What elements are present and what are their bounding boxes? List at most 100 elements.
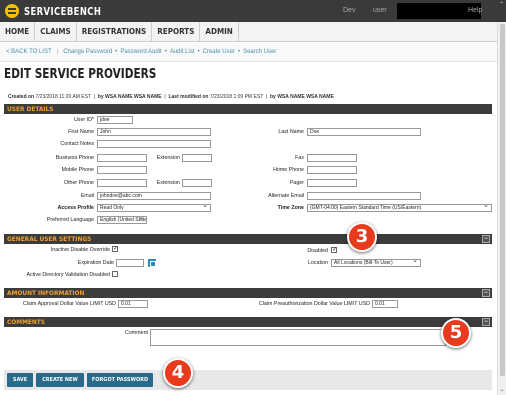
nav-claims[interactable]: CLAIMS <box>35 22 77 41</box>
nav-admin[interactable]: ADMIN <box>200 22 239 41</box>
create-new-button[interactable]: CREATE NEW <box>36 373 84 387</box>
fax-input[interactable] <box>307 154 357 162</box>
scrollbar-thumb[interactable] <box>500 24 505 376</box>
created-by: by WSA NAME WSA NAME <box>97 94 162 100</box>
claim-preauth-limit-label: Claim Preauthorization Dollar Value LIMI… <box>258 301 370 307</box>
expiration-date-input[interactable] <box>116 259 144 267</box>
user-details-title: USER DETAILS <box>7 105 54 113</box>
expiration-date-label: Expiration Date <box>77 260 114 266</box>
ad-validation-disabled-label: Active Directory Validation Disabled <box>26 272 110 278</box>
location-label: Location <box>307 260 328 266</box>
other-phone-input[interactable] <box>97 179 147 187</box>
comments-title: COMMENTS <box>7 318 45 326</box>
modified-label: Last modified on <box>168 94 209 100</box>
fax-label: Fax <box>295 155 304 161</box>
help-link[interactable]: Help <box>468 7 482 14</box>
comment-textarea[interactable] <box>150 329 446 346</box>
access-profile-label: Access Profile <box>57 205 94 211</box>
amount-information-title: AMOUNT INFORMATION <box>7 289 85 297</box>
forgot-password-button[interactable]: FORGOT PASSWORD <box>87 373 153 387</box>
bullet: • <box>197 49 200 55</box>
extension-input-2[interactable] <box>182 179 212 187</box>
business-phone-label: Business Phone <box>55 155 94 161</box>
alternate-email-label: Alternate Email <box>268 193 304 199</box>
record-meta: Created on 7/23/2018 11:20 AM EST | by W… <box>8 94 334 100</box>
modified-by: by WSA NAME WSA NAME <box>269 94 334 100</box>
disabled-label: Disabled <box>307 248 328 254</box>
nav-reports[interactable]: REPORTS <box>152 22 201 41</box>
collapse-icon[interactable]: − <box>482 318 490 326</box>
annotation-badge-3: 3 <box>347 222 377 252</box>
search-user-link[interactable]: Search User <box>243 49 276 55</box>
first-name-label: First Name <box>68 129 94 135</box>
contact-notes-input[interactable] <box>97 140 211 148</box>
disabled-checkbox[interactable]: ✓ <box>331 247 337 253</box>
general-settings-header: GENERAL USER SETTINGS − <box>4 234 492 244</box>
preferred-language-select[interactable]: English (United States) <box>97 216 147 224</box>
claim-preauth-limit-input[interactable]: 0.01 <box>372 300 398 308</box>
mobile-phone-input[interactable] <box>97 166 147 174</box>
other-phone-label: Other Phone <box>63 180 94 186</box>
pager-label: Pager <box>289 180 304 186</box>
extension-input[interactable] <box>182 154 212 162</box>
email-label: Email <box>80 193 94 199</box>
collapse-icon[interactable]: − <box>482 235 490 243</box>
pager-input[interactable] <box>307 179 357 187</box>
back-to-list-link[interactable]: < BACK TO LIST <box>6 49 52 55</box>
page-title: EDIT SERVICE PROVIDERS <box>4 67 157 82</box>
brand-name[interactable]: SERVICEBENCH <box>24 5 101 18</box>
claim-approval-limit-label: Claim Approval Dollar Value LIMIT USD <box>22 301 116 307</box>
vertical-scrollbar[interactable]: ⌄ <box>497 22 506 395</box>
location-select[interactable]: All Locations (Bill-To User) <box>331 259 421 267</box>
annotation-badge-4: 4 <box>163 358 193 388</box>
audit-list-link[interactable]: Audit List <box>170 49 195 55</box>
change-password-link[interactable]: Change Password <box>63 49 112 55</box>
contact-notes-label: Contact Notes <box>60 141 94 147</box>
access-profile-select[interactable]: Read Only <box>97 204 211 212</box>
extension-label-2: Extension <box>156 180 180 186</box>
user-id-input[interactable]: jdoe <box>97 116 133 124</box>
alternate-email-input[interactable] <box>307 192 421 200</box>
nav-home[interactable]: HOME <box>0 22 36 41</box>
home-phone-label: Home Phone <box>273 167 304 173</box>
inactive-disable-override-checkbox[interactable]: ✓ <box>112 246 118 252</box>
calendar-icon[interactable] <box>148 259 156 267</box>
extension-label: Extension <box>156 155 180 161</box>
time-zone-label: Time Zone <box>277 205 304 211</box>
bullet: • <box>237 49 241 55</box>
main-nav: HOME CLAIMS REGISTRATIONS REPORTS ADMIN <box>0 22 497 42</box>
preferred-language-label: Preferred Language <box>46 217 94 223</box>
password-audit-link[interactable]: Password Audit <box>120 49 161 55</box>
amount-information-header: AMOUNT INFORMATION − <box>4 288 492 298</box>
time-zone-select[interactable]: (GMT-04:00) Eastern Standard Time (US/Ea… <box>307 204 492 212</box>
general-settings-title: GENERAL USER SETTINGS <box>7 235 92 243</box>
business-phone-input[interactable] <box>97 154 147 162</box>
collapse-icon[interactable]: − <box>482 289 490 297</box>
created-value: 7/23/2018 11:20 AM EST <box>35 94 91 100</box>
claim-approval-limit-input[interactable]: 0.01 <box>118 300 148 308</box>
last-name-input[interactable]: Doe <box>307 128 421 136</box>
annotation-badge-5: 5 <box>441 318 471 348</box>
modified-value: 7/23/2018 1:09 PM EST <box>209 94 264 100</box>
scroll-down-arrow-icon[interactable]: ⌄ <box>498 386 506 393</box>
user-label: user <box>373 7 387 14</box>
created-label: Created on <box>8 94 35 100</box>
bullet: • <box>164 49 167 55</box>
ad-validation-disabled-checkbox[interactable] <box>112 271 118 277</box>
nav-registrations[interactable]: REGISTRATIONS <box>77 22 153 41</box>
last-name-label: Last Name <box>278 129 304 135</box>
scroll-up-arrow-icon[interactable]: ⌃ <box>497 0 506 22</box>
save-button[interactable]: SAVE <box>7 373 33 387</box>
bullet: • <box>115 49 118 55</box>
comments-header: COMMENTS − <box>4 317 492 327</box>
create-user-link[interactable]: Create User <box>203 49 235 55</box>
first-name-input[interactable]: John <box>97 128 211 136</box>
user-id-label: User ID* <box>73 117 94 123</box>
home-phone-input[interactable] <box>307 166 357 174</box>
environment-label: Dev <box>343 7 356 14</box>
divider: | <box>56 49 59 55</box>
email-input[interactable]: johndoe@abc.com <box>97 192 211 200</box>
user-details-header: USER DETAILS <box>4 104 492 114</box>
mobile-phone-label: Mobile Phone <box>61 167 94 173</box>
servicebench-logo-icon[interactable] <box>5 4 19 18</box>
